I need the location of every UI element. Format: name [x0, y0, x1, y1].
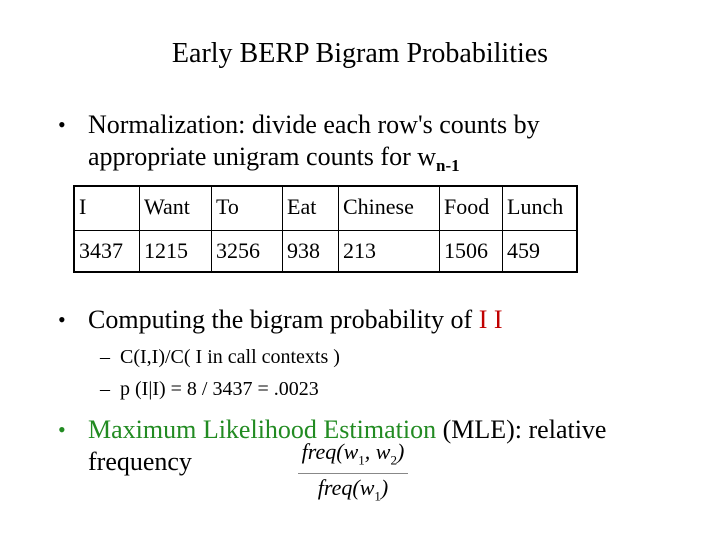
table-cell: 3437: [73, 230, 140, 273]
table-cell: 213: [338, 230, 440, 273]
table-row: 3437 1215 3256 938 213 1506 459: [73, 230, 578, 273]
bullet-normalization: • Normalization: divide each row's count…: [58, 109, 648, 176]
formula-numerator: freq(w1, w2): [298, 439, 408, 475]
table-header-cell: To: [211, 185, 283, 231]
bullet-icon: •: [58, 112, 66, 137]
table-cell: 1215: [139, 230, 212, 273]
table-header-cell: Lunch: [502, 185, 578, 231]
subitem-text: p (I|I) = 8 / 3437 = .0023: [120, 378, 319, 400]
bullet-text: Computing the bigram probability of: [88, 305, 479, 334]
subitem: – p (I|I) = 8 / 3437 = .0023: [100, 376, 319, 402]
table-cell: 459: [502, 230, 578, 273]
table-header-cell: Eat: [282, 185, 339, 231]
bullet-computing: • Computing the bigram probability of I …: [58, 304, 648, 336]
table-header-cell: Want: [139, 185, 212, 231]
slide-title: Early BERP Bigram Probabilities: [171, 38, 549, 69]
highlight-text: I I: [478, 305, 503, 334]
table-cell: 938: [282, 230, 339, 273]
subitem-text: C(I,I)/C( I in call contexts ): [120, 346, 340, 368]
subscript: n-1: [436, 156, 460, 175]
table-cell: 1506: [439, 230, 503, 273]
mle-formula: freq(w1, w2) freq(w1): [298, 439, 408, 509]
table-header-row: I Want To Eat Chinese Food Lunch: [73, 185, 578, 231]
bullet-icon: •: [58, 307, 66, 332]
dash-icon: –: [100, 346, 110, 368]
table-header-cell: Food: [439, 185, 503, 231]
subitem: – C(I,I)/C( I in call contexts ): [100, 344, 340, 370]
table-cell: 3256: [211, 230, 283, 273]
unigram-count-table: I Want To Eat Chinese Food Lunch 3437 12…: [73, 185, 578, 273]
formula-denominator: freq(w1): [317, 475, 389, 504]
bullet-icon: •: [58, 417, 66, 442]
dash-icon: –: [100, 378, 110, 400]
bullet-text: Normalization: divide each row's counts …: [88, 110, 540, 171]
table-header-cell: Chinese: [338, 185, 440, 231]
table-header-cell: I: [73, 185, 140, 231]
